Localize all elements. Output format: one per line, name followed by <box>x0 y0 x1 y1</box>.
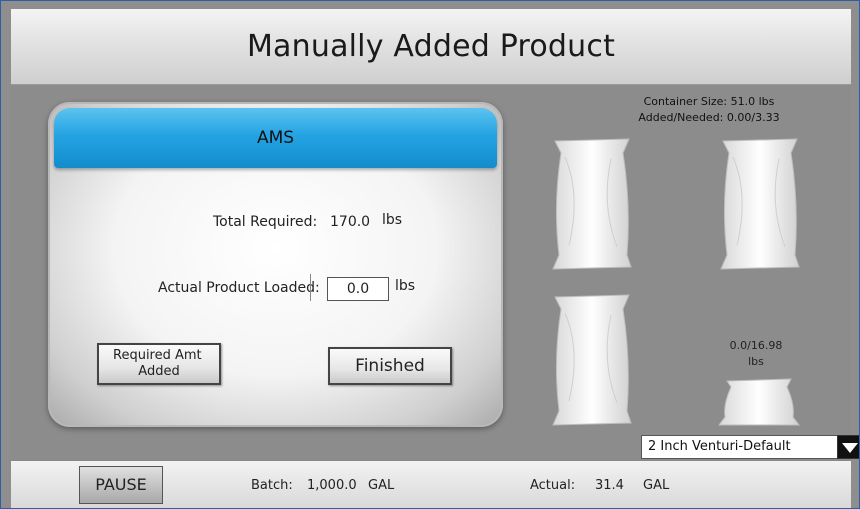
partial-bag-unit: lbs <box>748 355 764 368</box>
partial-bag-icon <box>718 378 800 426</box>
total-required-unit: lbs <box>382 212 403 228</box>
main-panel: AMS Total Required: 170.0 lbs Actual Pro… <box>11 85 859 460</box>
container-size-label: Container Size: 51.0 lbs <box>643 95 775 108</box>
venturi-select[interactable]: 2 Inch Venturi-Default <box>641 435 841 459</box>
partial-bag-value: 0.0/16.98 <box>729 339 783 352</box>
actual-loaded-unit: lbs <box>395 278 416 294</box>
actual-loaded-label: Actual Product Loaded: <box>158 280 320 296</box>
required-amt-line2: Added <box>138 364 180 379</box>
added-needed-label: Added/Needed: 0.00/3.33 <box>638 111 780 124</box>
app-window: Manually Added Product AMS Total Require… <box>0 0 860 509</box>
text-caret <box>310 274 311 301</box>
header: Manually Added Product <box>11 9 851 85</box>
total-required-value: 170.0 <box>330 214 371 230</box>
actual-label: Actual: <box>530 478 576 493</box>
pause-button[interactable]: PAUSE <box>79 466 163 504</box>
dialog-header: AMS <box>54 108 497 168</box>
total-required-label: Total Required: <box>213 214 318 230</box>
product-bag-icon <box>552 294 632 426</box>
batch-label: Batch: <box>251 478 293 493</box>
actual-loaded-input[interactable]: 0.0 <box>327 277 389 301</box>
footer: PAUSE Batch: 1,000.0 GAL Actual: 31.4 GA… <box>11 460 851 508</box>
required-amt-line1: Required Amt <box>113 348 202 363</box>
finished-button[interactable]: Finished <box>328 347 452 385</box>
triangle-down-icon[interactable] <box>837 435 859 459</box>
required-amt-added-button[interactable]: Required Amt Added <box>97 343 221 385</box>
batch-value: 1,000.0 <box>307 478 357 493</box>
actual-unit: GAL <box>643 478 670 493</box>
product-dialog: AMS Total Required: 170.0 lbs Actual Pro… <box>48 102 503 427</box>
batch-unit: GAL <box>368 478 395 493</box>
page-title: Manually Added Product <box>246 29 616 64</box>
product-bag-icon <box>720 138 800 270</box>
actual-value: 31.4 <box>595 478 624 493</box>
product-name: AMS <box>256 128 295 148</box>
product-bag-icon <box>552 138 632 270</box>
